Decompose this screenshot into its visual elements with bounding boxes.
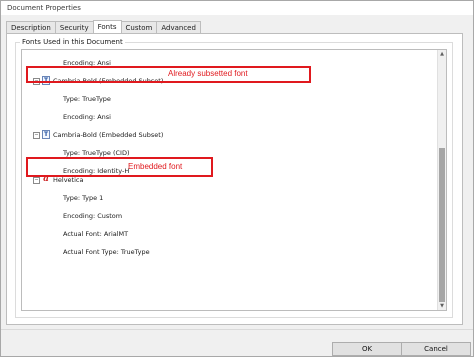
cancel-button[interactable]: Cancel [401,342,471,356]
subset-font-annotation: Already subsetted font [168,69,248,78]
tab-description[interactable]: Description [6,21,56,33]
tree-detail-row[interactable]: Type: TrueType [63,94,111,104]
font-tree-list[interactable]: Encoding: Ansi − T Cambria-Bold (Embedde… [21,49,447,311]
tree-detail-row[interactable]: Encoding: Ansi [63,112,111,122]
tab-security[interactable]: Security [54,21,94,33]
scroll-down-icon[interactable]: ▼ [439,303,445,309]
tab-custom[interactable]: Custom [120,21,158,33]
tree-detail-row[interactable]: Actual Font Type: TrueType [63,247,150,257]
tab-fonts[interactable]: Fonts [92,20,122,33]
window-title: Document Properties [7,4,81,12]
tree-detail-row[interactable]: Encoding: Custom [63,211,122,221]
tree-detail-row[interactable]: Actual Font: ArialMT [63,229,128,239]
fonts-group-title: Fonts Used in this Document [20,38,125,46]
truetype-font-icon: T [42,130,50,139]
embedded-font-annotation: Embedded font [128,162,183,171]
tree-detail-row[interactable]: Type: Type 1 [63,193,103,203]
embedded-font-highlight-box [26,157,213,177]
footer-divider [1,329,473,330]
vertical-scrollbar[interactable]: ▲ ▼ [437,50,446,310]
ok-button[interactable]: OK [332,342,402,356]
scroll-thumb[interactable] [439,148,445,302]
collapse-toggle-icon[interactable]: − [33,132,40,139]
title-bar: Document Properties [1,1,473,15]
collapse-toggle-icon[interactable]: − [33,177,40,184]
document-properties-dialog: Document Properties Description Security… [0,0,474,357]
scroll-up-icon[interactable]: ▲ [439,51,445,57]
tab-advanced[interactable]: Advanced [156,21,201,33]
fonts-used-group: Fonts Used in this Document Encoding: An… [15,38,453,318]
tree-font-row[interactable]: Cambria-Bold (Embedded Subset) [53,130,163,140]
